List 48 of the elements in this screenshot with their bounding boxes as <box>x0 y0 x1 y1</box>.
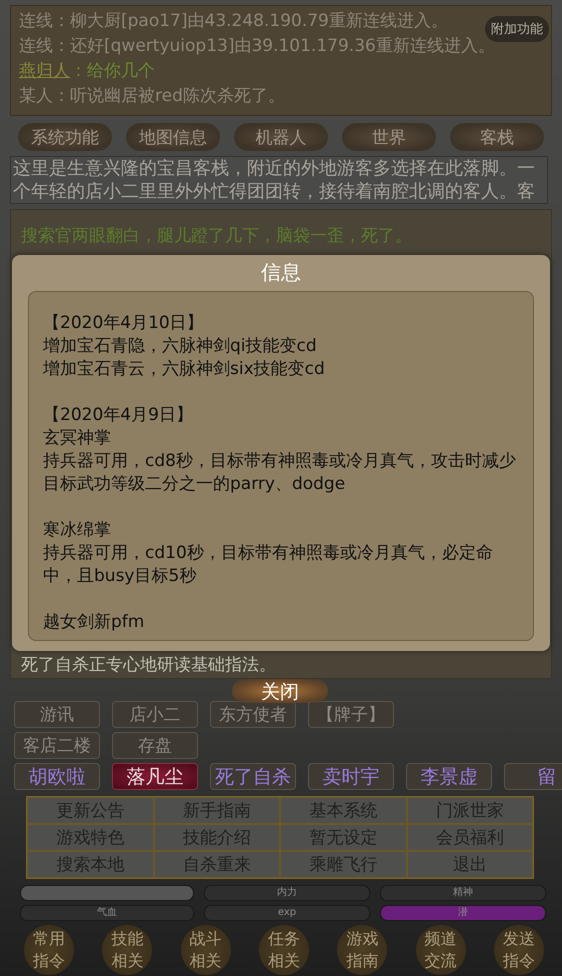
action-button[interactable]: 客店二楼 <box>14 732 100 759</box>
stat-label: 潜 <box>457 906 469 920</box>
action-button[interactable]: 东方使者 <box>210 701 296 728</box>
command-button[interactable]: 常用指令 <box>24 925 74 975</box>
combat-message: 搜索官两眼翻白，腿儿蹬了几下，脑袋一歪，死了。 <box>21 226 412 246</box>
command-button[interactable]: 技能相关 <box>102 925 152 975</box>
action-button[interactable]: 存盘 <box>112 732 198 759</box>
system-message: 某人：听说幽居被red陈次杀死了。 <box>19 86 285 106</box>
close-button[interactable]: 关闭 <box>232 679 328 703</box>
command-button[interactable]: 战斗相关 <box>180 925 231 975</box>
channel-tab[interactable]: 世界 <box>342 123 436 151</box>
player-button[interactable]: 留 <box>504 763 562 790</box>
channel-tab[interactable]: 地图信息 <box>126 123 220 151</box>
dialog-title: 信息 <box>260 259 302 286</box>
player-button[interactable]: 李景虚 <box>406 763 492 790</box>
extra-functions-button[interactable]: 附加功能 <box>485 16 549 42</box>
room-description: 这里是生意兴隆的宝昌客栈，附近的外地游客多选择在此落脚。一个年轻的店小二里里外外忙得团团转，接待着南腔北调的客人。客 <box>10 156 548 204</box>
dialog-text: 增加宝石青云，六脉神剑six技能变cd <box>43 358 326 381</box>
player-button[interactable]: 落凡尘 <box>112 763 198 790</box>
dialog-text: 越女剑新pfm <box>43 611 146 634</box>
dialog-text: 持兵器可用，cd10秒，目标带有神照毒或冷月真气，必定命中，且busy目标5秒 <box>43 542 494 588</box>
dialog-text: 持兵器可用，cd8秒，目标带有神照毒或冷月真气，攻击时减少目标武功等级二分之一的parry、dodge <box>43 450 517 496</box>
player-button[interactable]: 卖时宇 <box>308 763 394 790</box>
dialog-text: 【2020年4月10日】 <box>43 312 205 335</box>
command-button[interactable]: 频道交流 <box>416 925 466 975</box>
player-button[interactable]: 胡欧啦 <box>14 763 100 790</box>
stat-label: 内力 <box>276 886 298 900</box>
command-button[interactable]: 游戏指南 <box>337 925 388 975</box>
action-button[interactable]: 店小二 <box>112 701 198 728</box>
stat-label: 气血 <box>96 906 118 920</box>
command-button[interactable]: 发送指令 <box>494 925 544 975</box>
channel-tab[interactable]: 客栈 <box>450 123 544 151</box>
combat-message: 死了自杀正专心地研读基础指法。 <box>21 655 276 675</box>
player-button[interactable]: 死了自杀 <box>210 763 296 790</box>
dialog-text: 寒冰绵掌 <box>43 519 112 542</box>
dialog-text: 【2020年4月9日】 <box>43 404 194 427</box>
action-button[interactable]: 【牌子】 <box>308 701 394 728</box>
dialog-text: 玄冥神掌 <box>43 427 112 450</box>
system-message: 连线：柳大厨[pao17]由43.248.190.79重新连线进入。 <box>19 11 448 31</box>
chat-message: ：给你几个 <box>70 61 155 81</box>
stat-label: exp <box>276 906 298 920</box>
action-button[interactable]: 游讯 <box>14 701 100 728</box>
channel-tab[interactable]: 系统功能 <box>18 123 112 151</box>
player-name-link[interactable]: 燕归人 <box>19 61 70 81</box>
dialog-text: 增加宝石青隐，六脉神剑qi技能变cd <box>43 335 318 358</box>
command-button[interactable]: 任务相关 <box>258 925 309 975</box>
channel-tab[interactable]: 机器人 <box>234 123 328 151</box>
stat-label: 精神 <box>452 886 474 900</box>
